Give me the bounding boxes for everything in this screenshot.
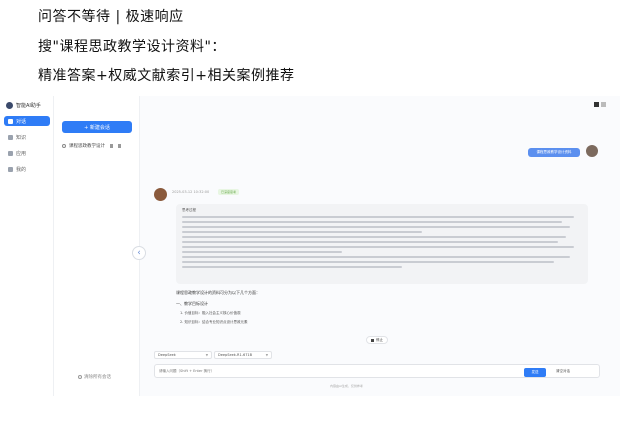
thinking-block: 思考过程: [176, 204, 588, 284]
model-provider-value: DeepSeek: [158, 353, 176, 357]
conversation-panel: + 新建会话 课程思政教学设计 清除所有会话: [54, 96, 140, 396]
thinking-text-line: [182, 256, 570, 258]
avatar-icon[interactable]: [601, 102, 606, 107]
user-icon: [8, 166, 13, 172]
nav-rail: 智能AI助手 对话 知识 应用 我的: [0, 96, 54, 396]
window-controls: [594, 102, 606, 107]
edit-icon[interactable]: [110, 144, 113, 148]
headline-line-3: 精准答案+权威文献索引+相关案例推荐: [38, 68, 295, 84]
bot-timestamp: 2025-03-12 10:32:00: [172, 190, 210, 194]
model-version-value: DeepSeek-R1-671B: [218, 353, 253, 357]
nav-item-knowledge[interactable]: 知识: [4, 132, 50, 142]
nav-item-chat[interactable]: 对话: [4, 116, 50, 126]
chat-bubble-icon: [62, 144, 66, 148]
thinking-text-line: [182, 221, 562, 223]
clear-chat-button[interactable]: 清空对话: [556, 369, 570, 374]
book-icon: [8, 134, 13, 140]
thinking-text-line: [182, 246, 574, 248]
grid-icon: [8, 150, 13, 156]
trash-icon: [78, 375, 82, 379]
user-message: 课程思政教学设计资料: [528, 148, 580, 157]
model-select-version[interactable]: DeepSeek-R1-671B ▼: [214, 351, 272, 359]
thinking-text-line: [182, 266, 402, 268]
nav-item-profile[interactable]: 我的: [4, 164, 50, 174]
thinking-title: 思考过程: [182, 208, 196, 212]
thinking-text-line: [182, 231, 422, 233]
conversation-title: 课程思政教学设计: [69, 144, 105, 149]
chevron-down-icon: ▼: [265, 353, 268, 357]
thinking-text-line: [182, 236, 566, 238]
thinking-badge: 已深度思考: [218, 189, 240, 195]
nav-label: 知识: [16, 134, 27, 141]
send-button[interactable]: 发送: [524, 368, 546, 377]
headline-line-1: 问答不等待 | 极速响应: [38, 9, 184, 25]
chevron-down-icon: ▼: [205, 353, 208, 357]
user-avatar: [586, 145, 598, 157]
disclaimer: 内容由AI生成，仅供参考: [330, 384, 363, 388]
nav-label: 应用: [16, 150, 27, 157]
conversation-item[interactable]: 课程思政教学设计: [62, 141, 136, 151]
thinking-text-line: [182, 216, 574, 218]
clear-all-label: 清除所有会话: [84, 375, 111, 380]
model-select-provider[interactable]: DeepSeek ▼: [154, 351, 212, 359]
answer-bullet: 2. 知识目标：结合专业知识点设计思政元素: [180, 320, 248, 324]
chat-main: 课程思政教学设计资料 2025-03-12 10:32:00 已深度思考 思考过…: [140, 96, 620, 396]
menu-icon[interactable]: [594, 102, 599, 107]
brand-name: 智能AI助手: [16, 103, 41, 109]
thinking-text-line: [182, 226, 570, 228]
nav-label: 对话: [16, 118, 27, 125]
stop-icon: [371, 338, 374, 342]
logo-icon: [6, 102, 13, 109]
clear-all-button[interactable]: 清除所有会话: [78, 374, 111, 380]
bot-avatar: [154, 188, 167, 201]
answer-bullet: 1. 价值目标：融入社会主义核心价值观: [180, 311, 241, 315]
stop-label: 停止: [376, 337, 383, 342]
stop-button[interactable]: 停止: [366, 336, 388, 344]
new-chat-button[interactable]: + 新建会话: [62, 121, 132, 133]
delete-icon[interactable]: [118, 144, 121, 148]
message-input[interactable]: [159, 369, 359, 373]
nav-label: 我的: [16, 166, 27, 173]
app-screenshot: 智能AI助手 对话 知识 应用 我的 + 新建会话 课程思政教学设计 清除所有会…: [0, 96, 620, 396]
headline-line-2: 搜"课程思政教学设计资料"：: [38, 39, 226, 55]
thinking-text-line: [182, 261, 554, 263]
brand: 智能AI助手: [6, 102, 41, 109]
nav-item-apps[interactable]: 应用: [4, 148, 50, 158]
thinking-text-line: [182, 241, 558, 243]
answer-block: 课程思政教学设计的资料可分为以下几个方面： 一、教学目标设计 1. 价值目标：融…: [176, 290, 588, 325]
chat-icon: [8, 118, 13, 124]
answer-intro: 课程思政教学设计的资料可分为以下几个方面：: [176, 290, 260, 295]
answer-heading: 一、教学目标设计: [176, 301, 208, 306]
thinking-text-line: [182, 251, 342, 253]
